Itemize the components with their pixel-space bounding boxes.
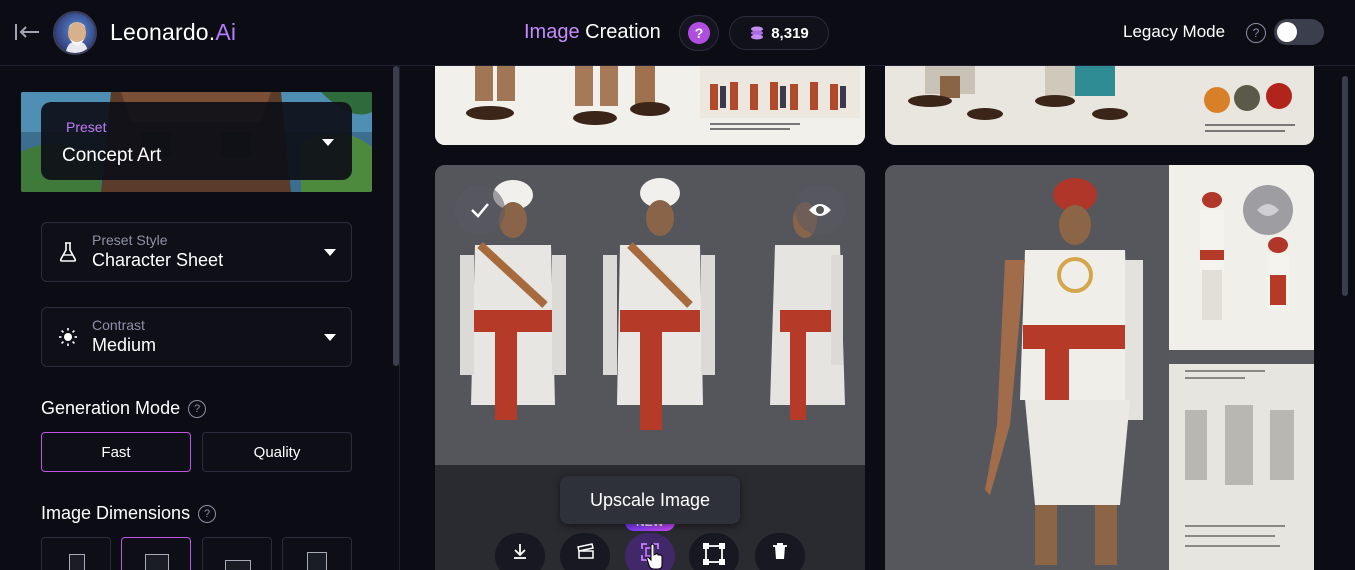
film-icon <box>577 543 594 559</box>
contrast-value: Medium <box>92 335 157 355</box>
chevron-down-icon <box>324 249 336 256</box>
image-dimensions-label: Image Dimensions <box>41 503 191 523</box>
trash-icon <box>773 543 787 559</box>
download-icon <box>514 544 526 559</box>
generation-mode-title: Generation Mode? <box>41 398 207 419</box>
brand-name-text: Leonardo. <box>110 19 216 45</box>
legacy-help-icon[interactable]: ? <box>1246 23 1266 43</box>
gallery-scrollbar[interactable] <box>1341 66 1349 570</box>
dimension-square-button[interactable] <box>121 537 191 570</box>
preset-style-label: Preset Style <box>92 232 168 248</box>
image-dimensions-title: Image Dimensions? <box>41 503 217 524</box>
contrast-label: Contrast <box>92 317 145 333</box>
check-icon <box>471 203 489 218</box>
preview-button[interactable] <box>1243 185 1293 235</box>
crop-button[interactable] <box>689 533 739 570</box>
dimension-landscape-button[interactable] <box>202 537 272 570</box>
brand-suffix: Ai <box>215 19 237 45</box>
landscape-ratio-icon <box>225 560 251 570</box>
page-title-prefix: Image <box>524 21 580 43</box>
settings-sidebar: Preset Concept Art Preset Style Characte… <box>0 66 400 570</box>
hand-cursor-icon <box>646 543 663 570</box>
brand-name[interactable]: Leonardo.Ai <box>110 19 236 46</box>
generated-image[interactable] <box>885 165 1314 570</box>
generation-mode-label: Generation Mode <box>41 398 181 418</box>
select-checkbox[interactable] <box>455 185 505 235</box>
download-button[interactable] <box>495 533 545 570</box>
coins-icon <box>751 26 764 40</box>
info-icon[interactable]: ? <box>198 505 217 524</box>
sidebar-scrollbar[interactable] <box>393 66 399 366</box>
character-colors-thumbnail <box>885 66 1314 145</box>
flask-icon <box>59 242 77 262</box>
mode-quality-button[interactable]: Quality <box>202 432 352 472</box>
square-ratio-icon <box>145 554 169 570</box>
gallery-scroll-thumb[interactable] <box>1342 76 1348 296</box>
page-title: Image Creation <box>524 21 661 44</box>
preset-card[interactable]: Preset Concept Art <box>41 102 352 180</box>
chevron-down-icon <box>322 139 334 146</box>
legacy-mode-label: Legacy Mode <box>1123 22 1226 41</box>
dimension-custom-button[interactable] <box>282 537 352 570</box>
preset-style-select[interactable]: Preset Style Character Sheet <box>41 222 352 282</box>
token-balance[interactable]: 8,319 <box>729 16 829 50</box>
preset-selector[interactable]: Preset Concept Art <box>21 92 372 192</box>
portrait-ratio-icon <box>69 554 85 570</box>
eye-icon <box>809 204 831 216</box>
top-bar: Leonardo.Ai Image Creation ? 8,319 Legac… <box>0 0 1355 66</box>
legacy-mode-toggle[interactable] <box>1274 19 1324 45</box>
upscale-tooltip: Upscale Image <box>560 476 740 524</box>
page-title-main: Creation <box>585 21 661 43</box>
chevron-down-icon <box>324 334 336 341</box>
info-icon[interactable]: ? <box>188 400 207 419</box>
sun-icon <box>59 328 77 346</box>
crop-icon <box>703 543 725 565</box>
help-button[interactable]: ? <box>679 15 719 51</box>
generated-image[interactable] <box>435 66 865 145</box>
preset-value: Concept Art <box>62 145 162 166</box>
collapse-sidebar-icon[interactable] <box>12 20 42 44</box>
mode-fast-button[interactable]: Fast <box>41 432 191 472</box>
delete-button[interactable] <box>755 533 805 570</box>
motion-button[interactable] <box>560 533 610 570</box>
preset-label: Preset <box>66 119 107 135</box>
toggle-knob <box>1277 22 1297 42</box>
dimension-portrait-button[interactable] <box>41 537 111 570</box>
custom-ratio-icon <box>307 552 327 570</box>
contrast-select[interactable]: Contrast Medium <box>41 307 352 367</box>
eye-icon <box>1257 204 1279 216</box>
generated-image[interactable] <box>885 66 1314 145</box>
logo-avatar[interactable] <box>53 11 97 55</box>
preset-style-value: Character Sheet <box>92 250 224 270</box>
token-count: 8,319 <box>771 24 809 42</box>
question-icon: ? <box>688 22 710 44</box>
preview-button[interactable] <box>795 185 845 235</box>
character-sheet-thumbnail <box>435 66 865 145</box>
